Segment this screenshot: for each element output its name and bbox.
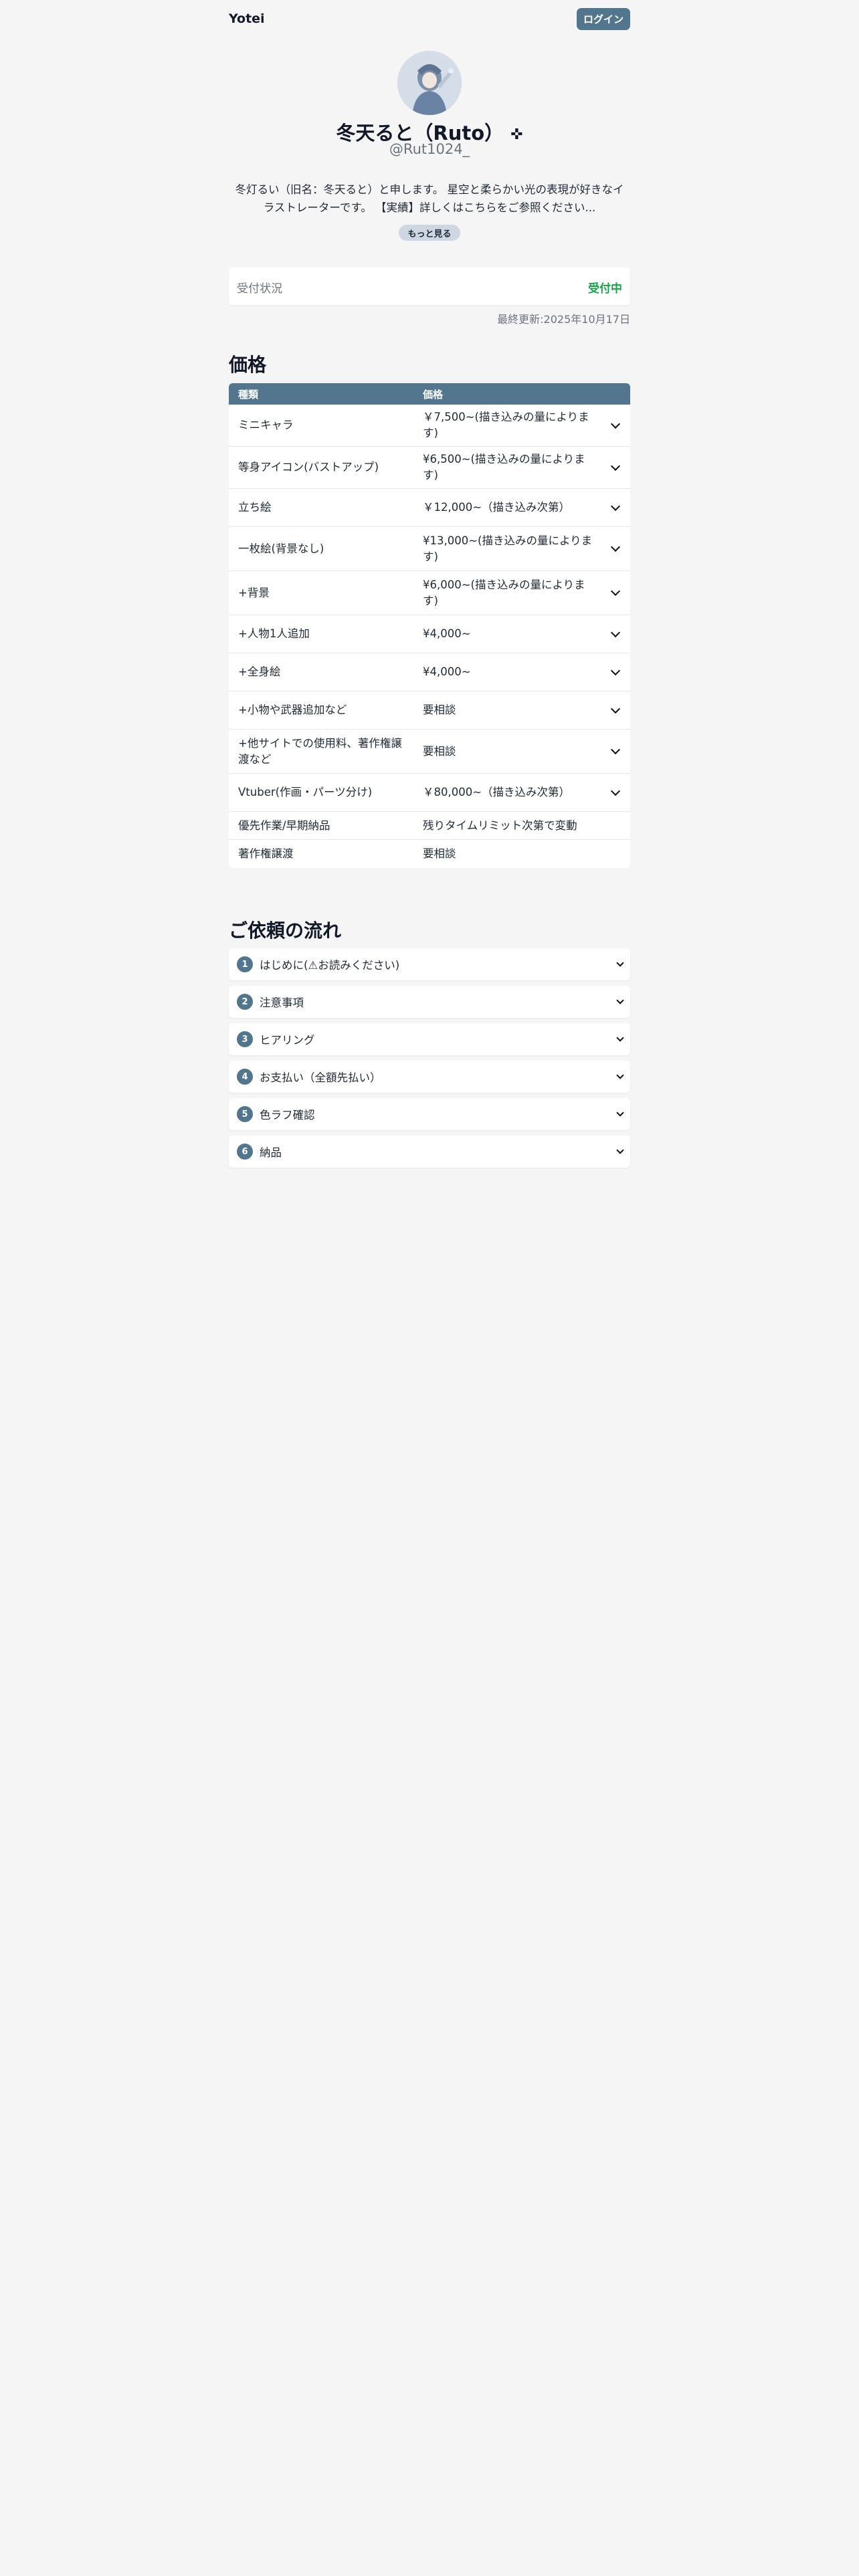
- chevron-down-icon[interactable]: [610, 959, 630, 967]
- flow-step-5[interactable]: 5 色ラフ確認: [229, 1098, 630, 1130]
- step-label: 納品: [260, 1146, 282, 1159]
- flow-section: ご依頼の流れ 1 はじめに(⚠お読みください) 2 注意事項 3 ヒアリング 4 お支払い（全…: [229, 0, 630, 1204]
- step-label: はじめに(⚠お読みください): [260, 959, 400, 972]
- step-number-badge: 4: [237, 1069, 253, 1085]
- flow-step-4[interactable]: 4 お支払い（全額先払い）: [229, 1061, 630, 1093]
- step-number-badge: 5: [237, 1106, 253, 1122]
- step-label: お支払い（全額先払い）: [260, 1071, 381, 1084]
- chevron-down-icon[interactable]: [610, 1071, 630, 1079]
- step-label: 色ラフ確認: [260, 1109, 315, 1121]
- flow-step-6[interactable]: 6 納品: [229, 1136, 630, 1168]
- flow-title: ご依頼の流れ: [229, 920, 342, 942]
- chevron-down-icon[interactable]: [610, 996, 630, 1004]
- step-number-badge: 3: [237, 1031, 253, 1047]
- step-number-badge: 6: [237, 1144, 253, 1160]
- flow-step-3[interactable]: 3 ヒアリング: [229, 1023, 630, 1055]
- step-number-badge: 1: [237, 956, 253, 972]
- flow-step-2[interactable]: 2 注意事項: [229, 986, 630, 1018]
- chevron-down-icon[interactable]: [610, 1146, 630, 1154]
- step-label: ヒアリング: [260, 1034, 315, 1047]
- step-number-badge: 2: [237, 994, 253, 1010]
- flow-step-1[interactable]: 1 はじめに(⚠お読みください): [229, 948, 630, 980]
- chevron-down-icon[interactable]: [610, 1109, 630, 1117]
- step-label: 注意事項: [260, 996, 304, 1009]
- chevron-down-icon[interactable]: [610, 1034, 630, 1042]
